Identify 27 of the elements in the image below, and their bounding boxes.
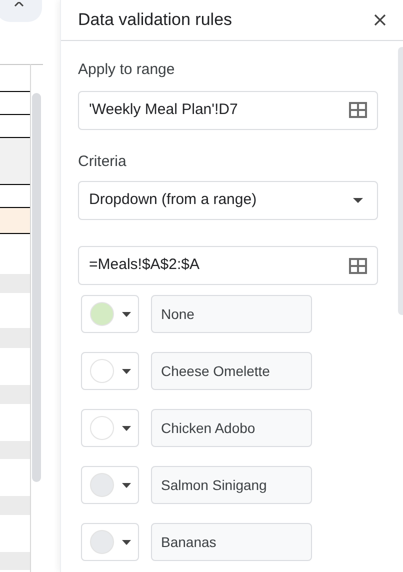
criteria-dropdown[interactable]: Dropdown (from a range) bbox=[78, 181, 378, 220]
close-button[interactable] bbox=[372, 12, 388, 28]
option-input-field[interactable]: Cheese Omelette bbox=[151, 352, 312, 390]
caret-icon bbox=[122, 482, 131, 488]
scrollbar-thumb[interactable] bbox=[32, 93, 41, 482]
option-input-field[interactable]: Bananas bbox=[151, 523, 312, 561]
grid-icon[interactable] bbox=[349, 102, 367, 118]
caret-icon bbox=[122, 540, 131, 544]
range-input-field[interactable]: 'Weekly Meal Plan'!D7 bbox=[78, 90, 378, 130]
color-picker-button[interactable] bbox=[81, 409, 139, 447]
grid-icon[interactable] bbox=[349, 258, 367, 274]
caret-icon bbox=[122, 368, 131, 374]
color-picker-button[interactable] bbox=[81, 295, 139, 333]
panel-title: Data validation rules bbox=[78, 9, 232, 32]
range-input-field[interactable]: =Meals!$A$2:$A bbox=[78, 246, 378, 285]
caret-icon bbox=[353, 198, 363, 203]
field-label: Apply to range bbox=[78, 60, 176, 80]
caret-icon bbox=[122, 312, 131, 316]
option-input-field[interactable]: None bbox=[151, 295, 312, 333]
color-picker-button[interactable] bbox=[81, 466, 139, 504]
color-picker-button[interactable] bbox=[81, 523, 139, 561]
caret-icon bbox=[122, 426, 131, 430]
scrollbar-thumb[interactable] bbox=[398, 47, 403, 315]
color-picker-button[interactable] bbox=[81, 352, 139, 390]
field-label: Criteria bbox=[78, 152, 128, 172]
option-input-field[interactable]: Chicken Adobo bbox=[151, 409, 312, 447]
option-input-field[interactable]: Salmon Sinigang bbox=[151, 466, 312, 504]
